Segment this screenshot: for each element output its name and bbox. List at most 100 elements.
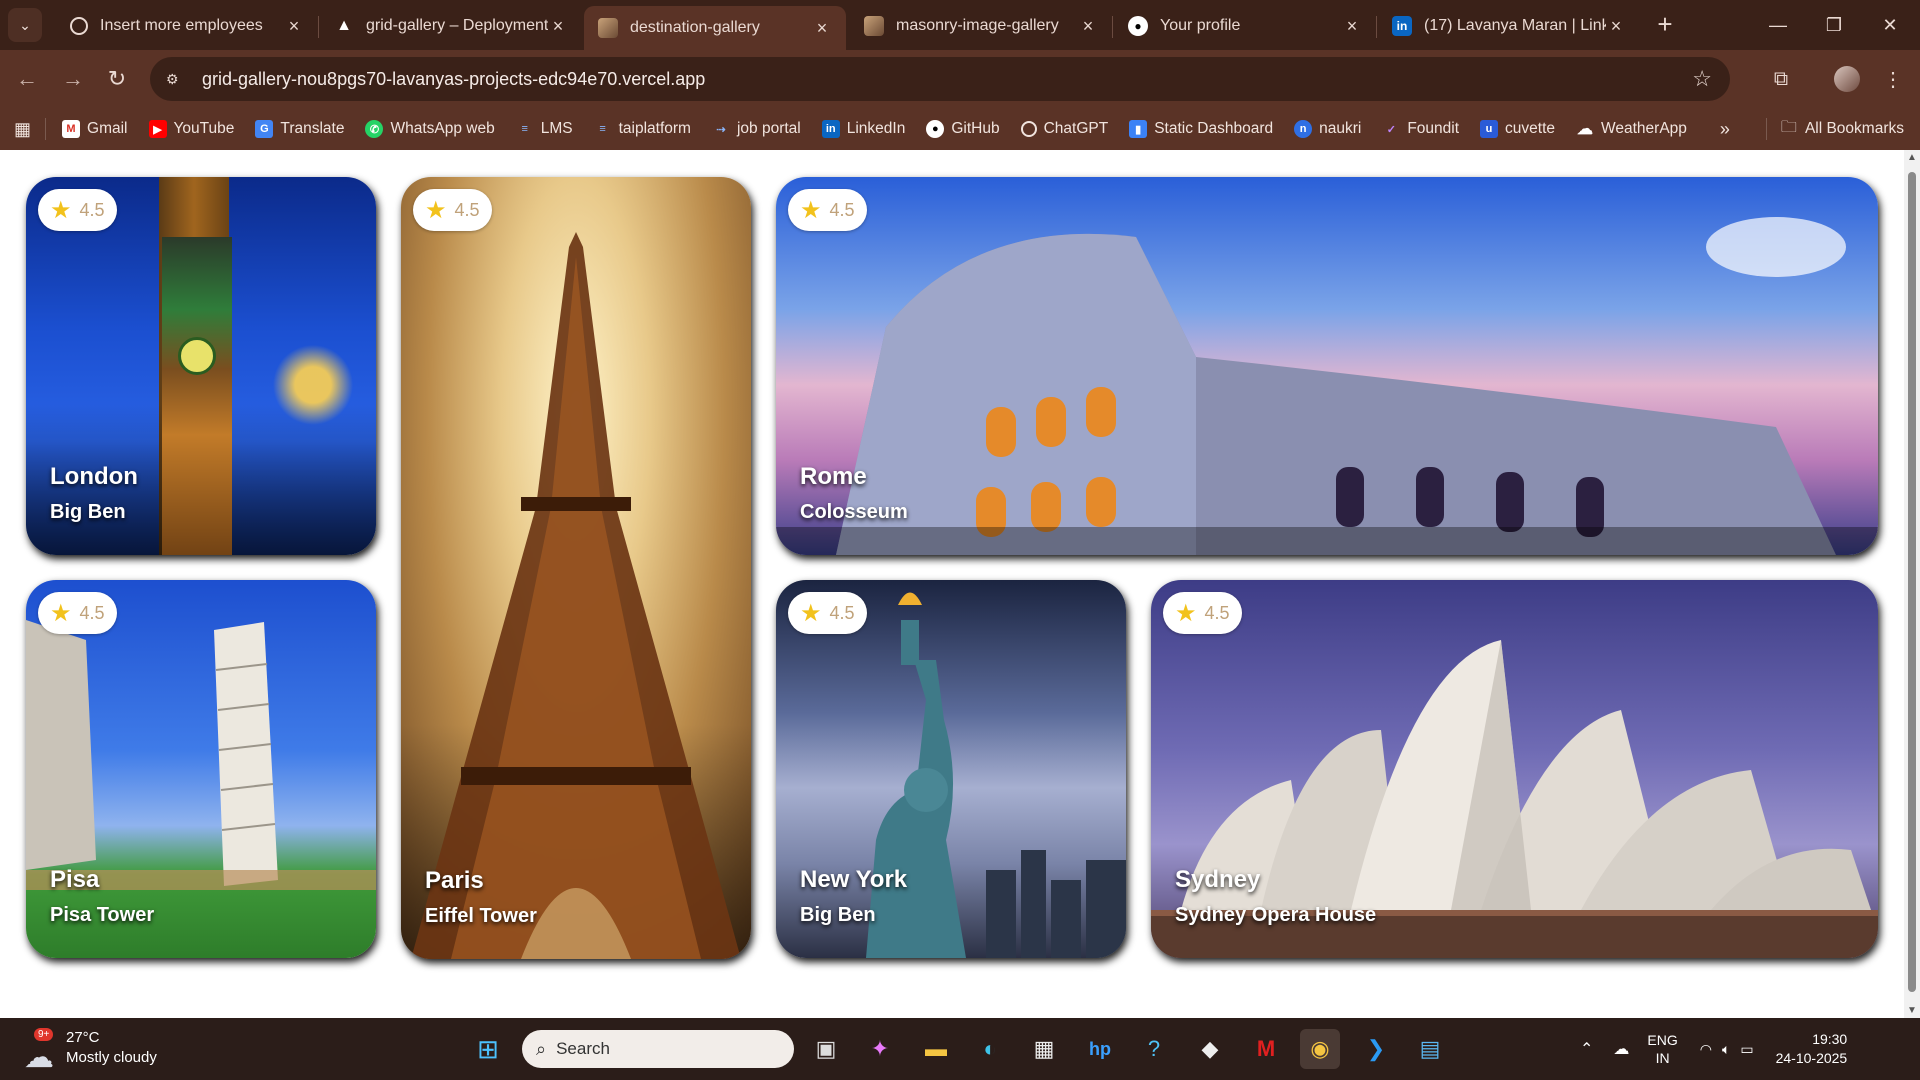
bookmark-lms[interactable]: ≡ LMS: [516, 120, 573, 138]
page-scrollbar[interactable]: ▲ ▼: [1904, 150, 1920, 1018]
task-view-button[interactable]: ▣: [806, 1029, 846, 1069]
onedrive-icon[interactable]: ☁: [1613, 1039, 1629, 1059]
bookmark-whatsapp[interactable]: ✆ WhatsApp web: [365, 120, 495, 138]
tab-linkedin[interactable]: in (17) Lavanya Maran | Linke ×: [1378, 6, 1640, 46]
eiffel-tower-image: [411, 232, 741, 959]
site-info-icon[interactable]: ⚙: [166, 71, 188, 88]
youtube-icon: ▶: [148, 120, 167, 138]
bookmark-translate[interactable]: G Translate: [255, 120, 344, 138]
scrollbar-thumb[interactable]: [1908, 172, 1916, 992]
close-icon[interactable]: ×: [548, 16, 568, 37]
close-icon[interactable]: ×: [1342, 16, 1362, 37]
search-icon: ⌕: [536, 1038, 547, 1059]
gallery-icon: [864, 16, 884, 36]
bookmark-taiplatform[interactable]: ≡ taiplatform: [594, 120, 691, 138]
bookmark-weatherapp[interactable]: ☁ WeatherApp: [1576, 120, 1687, 138]
bookmark-naukri[interactable]: n naukri: [1294, 120, 1361, 138]
start-button[interactable]: ⊞: [468, 1029, 508, 1069]
destination-card-rome[interactable]: ★ 4.5 Rome Colosseum: [776, 177, 1878, 555]
close-icon[interactable]: ×: [812, 18, 832, 39]
more-bookmarks-button[interactable]: »: [1720, 119, 1730, 140]
hp-button[interactable]: hp: [1080, 1029, 1120, 1069]
mcafee-button[interactable]: M: [1246, 1029, 1286, 1069]
linkedin-icon: in: [821, 120, 840, 138]
tab-title: Insert more employees: [100, 17, 263, 34]
edge-button[interactable]: ◐: [970, 1029, 1010, 1069]
weather-widget[interactable]: ☁ 9+ 27°C Mostly cloudy: [20, 1028, 157, 1074]
whatsapp-icon: ✆: [365, 120, 384, 138]
destination-card-sydney[interactable]: ★ 4.5 Sydney Sydney Opera House: [1151, 580, 1878, 958]
close-icon[interactable]: ×: [1078, 16, 1098, 37]
taiplatform-icon: ≡: [599, 123, 606, 135]
tab-grid-gallery-deployment[interactable]: ▲ grid-gallery – Deployment ×: [320, 6, 582, 46]
bookmark-job-portal[interactable]: ⇢ job portal: [712, 120, 800, 138]
notepad-button[interactable]: ▤: [1410, 1029, 1450, 1069]
address-bar[interactable]: ⚙ grid-gallery-nou8pgs70-lavanyas-projec…: [150, 57, 1730, 101]
destination-card-new-york[interactable]: ★ 4.5 New York Big Ben: [776, 580, 1126, 958]
language-indicator[interactable]: ENG IN: [1647, 1031, 1677, 1067]
scroll-down-icon[interactable]: ▼: [1904, 1005, 1920, 1016]
star-icon: ★: [1175, 599, 1197, 627]
clock[interactable]: 19:30 24-10-2025: [1776, 1030, 1848, 1068]
menu-button[interactable]: ⋮: [1876, 62, 1910, 96]
close-icon[interactable]: ×: [1606, 16, 1626, 37]
bookmark-gmail[interactable]: M Gmail: [62, 120, 128, 138]
tab-search-button[interactable]: ⌄: [8, 8, 42, 42]
store-button[interactable]: ▦: [1024, 1029, 1064, 1069]
file-explorer-button[interactable]: ▬: [916, 1029, 956, 1069]
card-place: Pisa Tower: [50, 904, 155, 926]
bookmark-label: WeatherApp: [1601, 120, 1687, 137]
bookmark-linkedin[interactable]: in LinkedIn: [821, 120, 905, 138]
close-window-button[interactable]: ✕: [1862, 0, 1918, 50]
vscode-button[interactable]: ❯: [1356, 1029, 1396, 1069]
bookmark-youtube[interactable]: ▶ YouTube: [148, 120, 234, 138]
tab-masonry-gallery[interactable]: masonry-image-gallery ×: [850, 6, 1112, 46]
temperature-text: 27°C: [66, 1029, 100, 1046]
tab-destination-gallery[interactable]: destination-gallery ×: [584, 6, 846, 50]
app-button[interactable]: ◆: [1190, 1029, 1230, 1069]
bookmark-cuvette[interactable]: u cuvette: [1480, 120, 1555, 138]
card-place: Big Ben: [800, 904, 876, 926]
bookmark-star-icon[interactable]: ☆: [1692, 66, 1712, 92]
all-bookmarks-button[interactable]: 🗀 All Bookmarks: [1758, 108, 1904, 150]
colosseum-image: [776, 217, 1878, 555]
chrome-button[interactable]: ◉: [1300, 1029, 1340, 1069]
lang-top: ENG: [1647, 1032, 1678, 1048]
volume-icon[interactable]: 🔈︎: [1722, 1041, 1730, 1058]
close-icon[interactable]: ×: [284, 16, 304, 37]
destination-card-london[interactable]: ★ 4.5 London Big Ben: [26, 177, 376, 555]
bookmark-github[interactable]: ● GitHub: [926, 120, 1000, 138]
back-button[interactable]: ←: [10, 62, 44, 96]
destination-card-paris[interactable]: ★ 4.5 Paris Eiffel Tower: [401, 177, 751, 959]
time-text: 19:30: [1812, 1031, 1848, 1047]
battery-icon[interactable]: ▭: [1740, 1041, 1753, 1058]
reload-button[interactable]: ↻: [100, 62, 134, 96]
minimize-button[interactable]: —: [1750, 0, 1806, 50]
edge-icon: ◐: [983, 1036, 997, 1061]
card-place: Eiffel Tower: [425, 905, 537, 927]
wifi-icon[interactable]: ◠: [1700, 1041, 1712, 1058]
destination-card-pisa[interactable]: ★ 4.5 Pisa Pisa Tower: [26, 580, 376, 958]
rating-badge: ★ 4.5: [1163, 592, 1242, 634]
help-button[interactable]: ?: [1134, 1029, 1174, 1069]
forward-button[interactable]: →: [56, 62, 90, 96]
tab-title: masonry-image-gallery: [896, 17, 1059, 34]
copilot-button[interactable]: ✦: [860, 1029, 900, 1069]
apps-button[interactable]: ▦: [14, 119, 31, 140]
bookmark-foundit[interactable]: ✓ Foundit: [1382, 120, 1459, 138]
tab-insert-employees[interactable]: Insert more employees ×: [56, 6, 318, 46]
extensions-button[interactable]: ⧉: [1764, 62, 1798, 96]
card-city: New York: [800, 866, 908, 893]
taskbar-search[interactable]: ⌕ Search: [522, 1030, 794, 1068]
chevron-up-icon[interactable]: ⌃: [1580, 1039, 1593, 1059]
new-tab-button[interactable]: +: [1650, 10, 1680, 40]
profile-button[interactable]: [1830, 62, 1864, 96]
restore-button[interactable]: ❐: [1806, 0, 1862, 50]
bookmark-static-dashboard[interactable]: ▮ Static Dashboard: [1129, 120, 1273, 138]
scroll-up-icon[interactable]: ▲: [1904, 152, 1920, 163]
folder-icon: 🗀: [1780, 118, 1797, 136]
tab-your-profile[interactable]: ● Your profile ×: [1114, 6, 1376, 46]
bookmarks-bar: ▦ M Gmail ▶ YouTube G Translate ✆ WhatsApp w…: [0, 108, 1920, 150]
bookmark-chatgpt[interactable]: ChatGPT: [1020, 120, 1108, 138]
job-portal-icon: ⇢: [716, 123, 726, 136]
